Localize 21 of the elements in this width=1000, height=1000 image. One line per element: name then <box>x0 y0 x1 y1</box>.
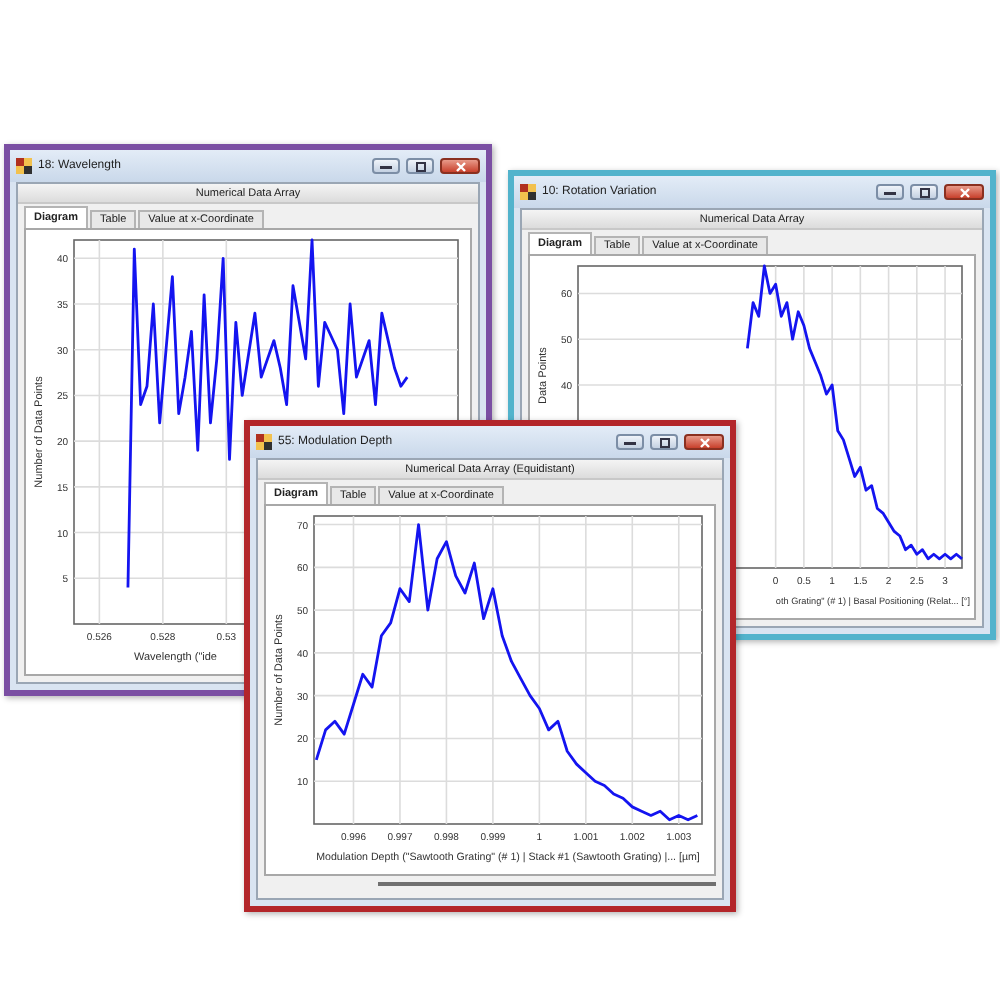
grid-icon <box>16 158 32 174</box>
minimize-icon <box>380 163 392 169</box>
maximize-icon <box>659 437 669 447</box>
minimize-icon <box>884 189 896 195</box>
maximize-button[interactable] <box>650 434 678 450</box>
close-button[interactable] <box>440 158 480 174</box>
close-icon <box>699 437 709 447</box>
maximize-icon <box>415 161 425 171</box>
close-icon <box>959 187 969 197</box>
maximize-button[interactable] <box>406 158 434 174</box>
grid-icon <box>520 184 536 200</box>
close-button[interactable] <box>944 184 984 200</box>
maximize-icon <box>919 187 929 197</box>
close-button[interactable] <box>684 434 724 450</box>
maximize-button[interactable] <box>910 184 938 200</box>
minimize-button[interactable] <box>876 184 904 200</box>
close-icon <box>455 161 465 171</box>
grid-icon <box>256 434 272 450</box>
minimize-button[interactable] <box>616 434 644 450</box>
minimize-button[interactable] <box>372 158 400 174</box>
minimize-icon <box>624 439 636 445</box>
